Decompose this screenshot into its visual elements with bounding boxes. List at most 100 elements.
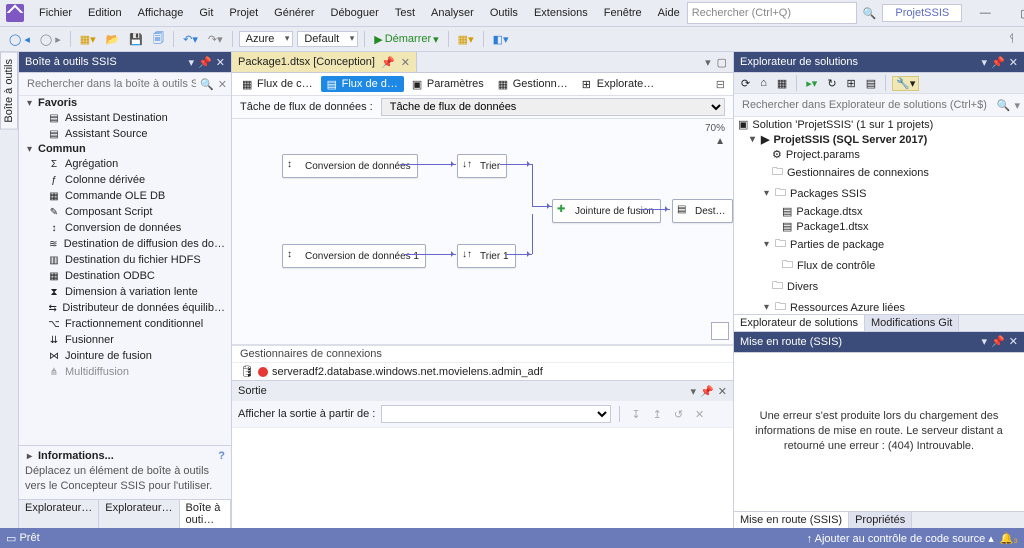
dropdown-icon[interactable]: ▾: [691, 385, 697, 398]
toolbox-group[interactable]: ▾Favoris: [19, 96, 231, 110]
tree-item[interactable]: ▾🗀Ressources Azure liées: [734, 297, 1024, 314]
toolbox-item[interactable]: ƒColonne dérivée: [19, 172, 231, 188]
redo-icon[interactable]: ↷▾: [205, 31, 226, 48]
refresh-icon[interactable]: ↻: [824, 75, 839, 92]
platform-dropdown[interactable]: Default: [297, 31, 358, 47]
dropdown-icon[interactable]: ▾: [982, 56, 988, 69]
toolbox-item[interactable]: ↕Conversion de données: [19, 220, 231, 236]
connector[interactable]: [532, 164, 533, 206]
tree-item[interactable]: ▾🗀Parties de package: [734, 234, 1024, 255]
connector[interactable]: [532, 206, 552, 207]
tab-package-explorer[interactable]: ⊞Explorate…: [576, 76, 660, 92]
notifications-icon[interactable]: 🔔₃: [1000, 532, 1018, 545]
node-sort-1[interactable]: ↓↑Trier: [457, 154, 507, 178]
node-merge-join[interactable]: ✚Jointure de fusion: [552, 199, 661, 223]
bottom-tab[interactable]: Explorateur…: [99, 500, 179, 528]
node-sort-2[interactable]: ↓↑Trier 1: [457, 244, 516, 268]
title-search-input[interactable]: [687, 2, 857, 24]
undo-icon[interactable]: ↶▾: [180, 31, 201, 48]
node-convert-1[interactable]: ↕Conversion de données: [282, 154, 418, 178]
menu-item[interactable]: Edition: [81, 3, 129, 23]
sync-icon[interactable]: ⟳: [738, 75, 753, 92]
toolbar-icon[interactable]: ▦▾: [455, 31, 477, 48]
tab-control-flow[interactable]: ▦Flux de c…: [236, 76, 319, 92]
menu-item[interactable]: Extensions: [527, 3, 595, 23]
node-convert-2[interactable]: ↕Conversion de données 1: [282, 244, 426, 268]
menu-item[interactable]: Déboguer: [324, 3, 386, 23]
tree-item[interactable]: 🗀Divers: [734, 276, 1024, 297]
tab-data-flow[interactable]: ▤Flux de d…: [321, 76, 404, 92]
nav-back-button[interactable]: ◯ ◂: [6, 31, 33, 48]
help-icon[interactable]: ?: [218, 450, 225, 462]
connector[interactable]: [640, 209, 670, 210]
toolbox-item[interactable]: ▥Destination du fichier HDFS: [19, 252, 231, 268]
menu-item[interactable]: Outils: [483, 3, 525, 23]
toolbar-icon[interactable]: ◧▾: [490, 31, 512, 48]
minimize-button[interactable]: —: [968, 7, 1002, 19]
toolbox-item[interactable]: ▤Assistant Destination: [19, 110, 231, 126]
document-tab[interactable]: Package1.dtsx [Conception] 📌 ✕: [232, 52, 417, 72]
menu-item[interactable]: Projet: [222, 3, 265, 23]
menu-item[interactable]: Fenêtre: [597, 3, 649, 23]
menu-item[interactable]: Analyser: [424, 3, 481, 23]
tree-item[interactable]: 🗀Gestionnaires de connexions: [734, 162, 1024, 183]
overflow-icon[interactable]: ⊟: [716, 78, 729, 91]
menu-item[interactable]: Générer: [267, 3, 321, 23]
toolbox-item[interactable]: ✎Composant Script: [19, 204, 231, 220]
fit-to-window-button[interactable]: [711, 322, 729, 340]
toolbox-item[interactable]: ⇊Fusionner: [19, 332, 231, 348]
rail-tab-toolbox[interactable]: Boîte à outils: [0, 52, 18, 130]
design-canvas[interactable]: 70%▲ ↕Conversion de données ↓↑Trier ↕Con…: [232, 119, 733, 345]
zoom-scroll-icon[interactable]: ▲: [715, 136, 725, 147]
chevron-right-icon[interactable]: ▸: [25, 451, 34, 462]
bottom-tab[interactable]: Explorateur de solutions: [734, 315, 865, 331]
close-icon[interactable]: ✕: [718, 385, 727, 398]
pin-icon[interactable]: 📌: [991, 56, 1005, 69]
dropdown-icon[interactable]: ▾: [982, 335, 988, 348]
tree-item[interactable]: ▾🗀Packages SSIS: [734, 183, 1024, 204]
close-icon[interactable]: ✕: [1009, 56, 1018, 69]
toolbox-item[interactable]: ▦Destination ODBC: [19, 268, 231, 284]
solution-node[interactable]: ▣Solution 'ProjetSSIS' (1 sur 1 projets): [734, 117, 1024, 132]
bottom-tab[interactable]: Modifications Git: [865, 315, 959, 331]
toolbox-item[interactable]: ⌥Fractionnement conditionnel: [19, 316, 231, 332]
source-control-button[interactable]: ↑ Ajouter au contrôle de code source ▴: [807, 532, 994, 545]
home-icon[interactable]: ⌂: [757, 75, 770, 91]
toolbox-item[interactable]: ▦Commande OLE DB: [19, 188, 231, 204]
close-icon[interactable]: ✕: [401, 56, 410, 69]
start-debug-button[interactable]: ▶ Démarrer ▾: [371, 31, 441, 48]
tool-icon[interactable]: ▸▾: [803, 75, 820, 92]
pin-icon[interactable]: 📌: [700, 385, 714, 398]
menu-item[interactable]: Git: [192, 3, 220, 23]
close-icon[interactable]: ✕: [1009, 335, 1018, 348]
tool-icon[interactable]: ▤: [863, 75, 879, 92]
menu-item[interactable]: Fichier: [32, 3, 79, 23]
tree-item[interactable]: ⚙Project.params: [734, 147, 1024, 162]
output-tool-icon[interactable]: ✕: [692, 406, 707, 423]
solution-search-input[interactable]: [738, 97, 997, 113]
config-dropdown[interactable]: Azure: [239, 31, 294, 47]
tab-event-handlers[interactable]: ▦Gestionn…: [492, 76, 574, 92]
connection-item[interactable]: 🛢 serveradf2.database.windows.net.moviel…: [232, 363, 733, 380]
bottom-tab[interactable]: Boîte à outi…: [180, 500, 231, 528]
bottom-tab[interactable]: Mise en route (SSIS): [734, 512, 849, 528]
connector[interactable]: [532, 214, 533, 254]
connector[interactable]: [400, 164, 456, 165]
menu-item[interactable]: Affichage: [131, 3, 191, 23]
doc-dropdown-icon[interactable]: ▾: [705, 56, 711, 69]
feedback-icon[interactable]: ᛩ: [1005, 31, 1018, 47]
menu-item[interactable]: Test: [388, 3, 422, 23]
tool-icon[interactable]: ▦: [774, 75, 790, 92]
bottom-tab[interactable]: Explorateur…: [19, 500, 99, 528]
restore-button[interactable]: ▢: [1008, 7, 1024, 20]
clear-icon[interactable]: ✕: [218, 78, 227, 91]
toolbox-item[interactable]: ⋔Multidiffusion: [19, 364, 231, 380]
toolbox-item[interactable]: ⇆Distributeur de données équilib…: [19, 300, 231, 316]
toolbox-search-input[interactable]: [23, 76, 200, 92]
new-project-icon[interactable]: ▦▾: [77, 31, 99, 48]
pin-icon[interactable]: 📌: [381, 56, 395, 69]
maximize-icon[interactable]: ▢: [717, 56, 727, 69]
close-icon[interactable]: ✕: [216, 56, 225, 69]
project-node[interactable]: ▾▶ProjetSSIS (SQL Server 2017): [734, 132, 1024, 147]
open-icon[interactable]: 📂: [103, 31, 123, 48]
